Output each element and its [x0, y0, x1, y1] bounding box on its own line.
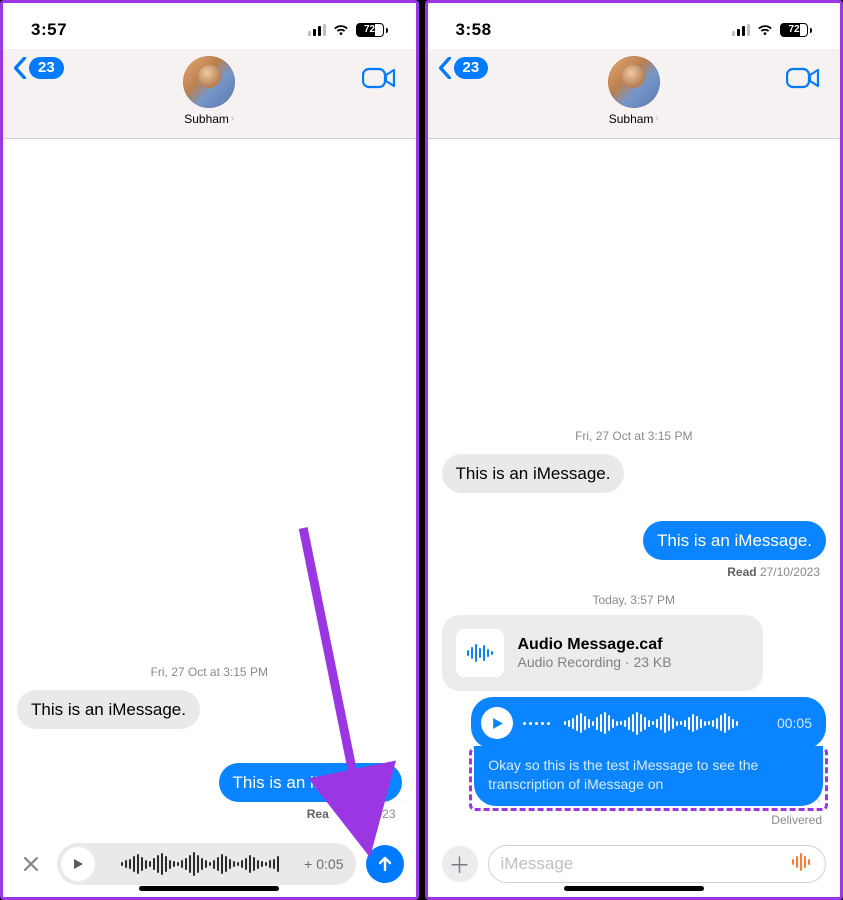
voice-duration: 00:05	[777, 715, 812, 731]
attachment-subtitle: Audio Recording · 23 KB	[518, 654, 672, 670]
unread-badge: 23	[454, 57, 489, 79]
phone-left: 3:57 72 23 Subham›	[0, 0, 419, 900]
cellular-icon	[308, 24, 326, 36]
play-button[interactable]	[481, 707, 513, 739]
timestamp: Fri, 27 Oct at 3:15 PM	[3, 665, 416, 679]
status-bar: 3:57 72	[3, 3, 416, 49]
attachment-text: Audio Message.caf Audio Recording · 23 K…	[518, 636, 672, 670]
message-outgoing[interactable]: This is an iMessage.	[219, 763, 402, 802]
message-outgoing[interactable]: This is an iMessage.	[643, 521, 826, 560]
leading-dots	[523, 722, 550, 725]
unread-badge: 23	[29, 57, 64, 79]
battery-icon: 72	[780, 23, 812, 37]
status-indicators: 72	[732, 23, 812, 37]
wifi-icon	[756, 23, 774, 37]
avatar	[608, 56, 660, 108]
play-button[interactable]	[61, 847, 95, 881]
message-list[interactable]: Fri, 27 Oct at 3:15 PM This is an iMessa…	[3, 139, 416, 897]
waveform-icon	[564, 708, 767, 738]
wifi-icon	[332, 23, 350, 37]
facetime-button[interactable]	[362, 65, 396, 96]
message-input[interactable]: iMessage	[488, 845, 827, 883]
attachment-title: Audio Message.caf	[518, 636, 672, 654]
status-indicators: 72	[308, 23, 388, 37]
apps-button[interactable]: ＋	[442, 846, 478, 882]
timestamp: Fri, 27 Oct at 3:15 PM	[428, 429, 841, 443]
cellular-icon	[732, 24, 750, 36]
contact-button[interactable]: Subham›	[183, 56, 235, 126]
send-button[interactable]	[366, 845, 404, 883]
read-receipt: Rea 0/2023	[3, 805, 416, 821]
audio-attachment[interactable]: Audio Message.caf Audio Recording · 23 K…	[442, 615, 764, 691]
message-incoming[interactable]: This is an iMessage.	[17, 690, 200, 729]
contact-button[interactable]: Subham›	[608, 56, 660, 126]
delivered-label: Delivered	[428, 809, 841, 827]
duration-label: + 0:05	[304, 856, 343, 872]
message-list[interactable]: Fri, 27 Oct at 3:15 PM This is an iMessa…	[428, 139, 841, 897]
facetime-button[interactable]	[786, 65, 820, 96]
chevron-right-icon: ›	[231, 113, 234, 124]
conversation-header: 23 Subham›	[428, 49, 841, 139]
chevron-right-icon: ›	[655, 113, 658, 124]
placeholder: iMessage	[501, 854, 574, 874]
back-button[interactable]: 23	[438, 57, 489, 79]
avatar	[183, 56, 235, 108]
voice-message[interactable]: 00:05 Okay so this is the test iMessage …	[471, 697, 826, 809]
contact-name: Subham›	[609, 112, 659, 126]
read-receipt: Read 27/10/2023	[428, 563, 841, 579]
timestamp: Today, 3:57 PM	[428, 593, 841, 607]
back-button[interactable]: 23	[13, 57, 64, 79]
home-indicator[interactable]	[139, 886, 279, 891]
voice-record-icon[interactable]	[791, 853, 813, 876]
waveform-icon	[105, 852, 294, 876]
status-bar: 3:58 72	[428, 3, 841, 49]
message-incoming[interactable]: This is an iMessage.	[442, 454, 625, 493]
cancel-button[interactable]	[15, 848, 47, 880]
phone-right: 3:58 72 23 Subham›	[425, 0, 843, 900]
status-time: 3:57	[31, 20, 67, 40]
home-indicator[interactable]	[564, 886, 704, 891]
status-time: 3:58	[456, 20, 492, 40]
voice-transcription: Okay so this is the test iMessage to see…	[474, 746, 823, 806]
audio-file-icon	[456, 629, 504, 677]
contact-name: Subham›	[184, 112, 234, 126]
annotation-highlight: Okay so this is the test iMessage to see…	[469, 747, 828, 811]
audio-pill: + 0:05	[57, 843, 356, 885]
conversation-header: 23 Subham›	[3, 49, 416, 139]
battery-icon: 72	[356, 23, 388, 37]
